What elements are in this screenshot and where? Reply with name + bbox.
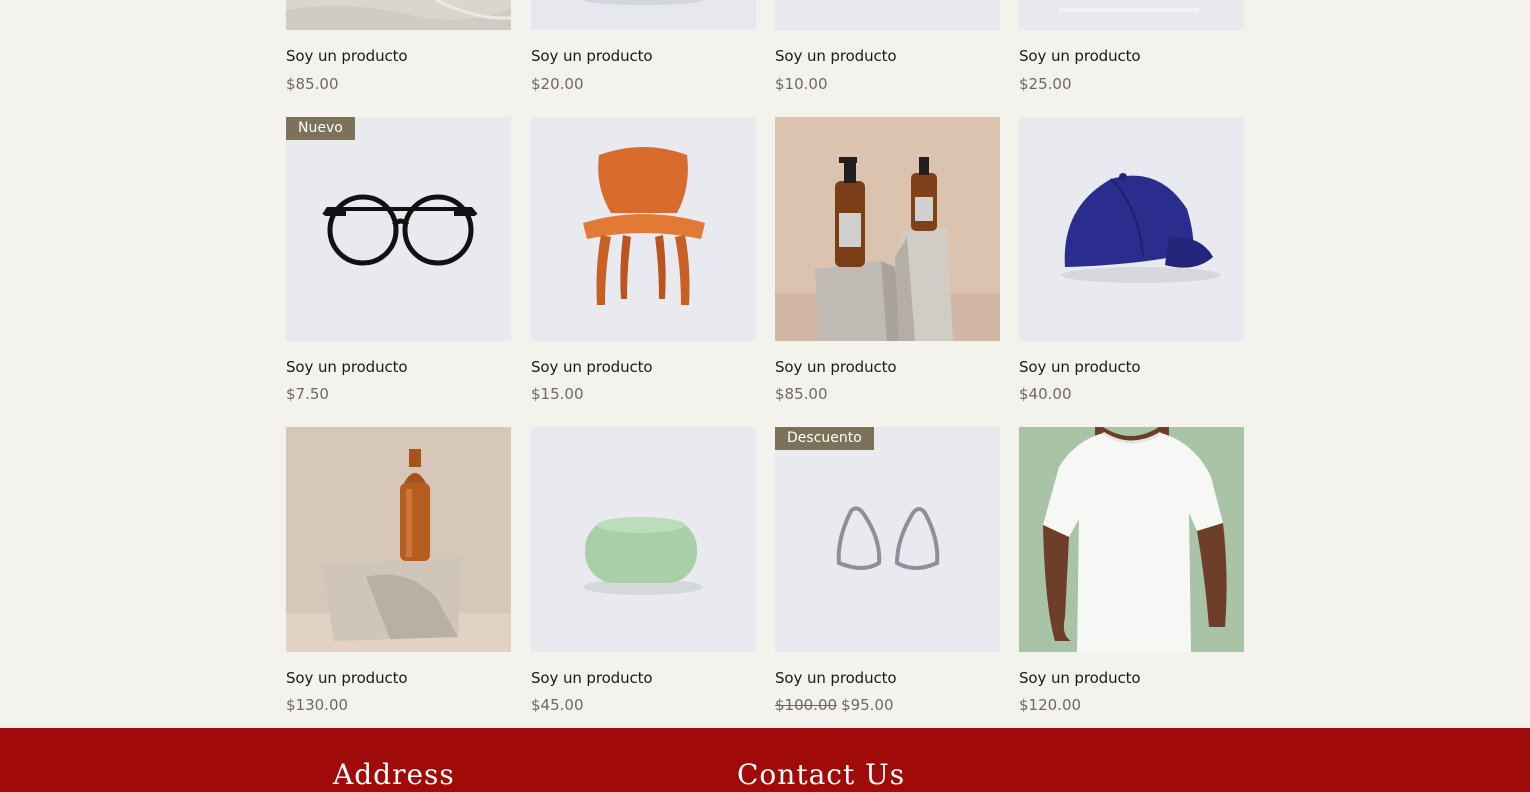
product-name[interactable]: Soy un producto bbox=[1019, 358, 1141, 376]
green-soap-image bbox=[531, 427, 756, 652]
product-price: $85.00 bbox=[286, 75, 339, 93]
eyeglasses-image bbox=[286, 117, 511, 341]
product-image[interactable] bbox=[531, 427, 756, 652]
product-image[interactable] bbox=[775, 117, 1000, 341]
blue-cap-image bbox=[1019, 117, 1244, 341]
product-price: $100.00 $95.00 bbox=[775, 696, 894, 714]
wooden-chair-image bbox=[531, 117, 756, 341]
product-name[interactable]: Soy un producto bbox=[286, 669, 408, 687]
sale-price: $95.00 bbox=[841, 696, 894, 714]
product-name[interactable]: Soy un producto bbox=[1019, 47, 1141, 65]
product-price: $7.50 bbox=[286, 385, 329, 403]
product-image[interactable] bbox=[1019, 0, 1244, 30]
site-footer: Address Contact Us bbox=[0, 728, 1530, 792]
product-price: $40.00 bbox=[1019, 385, 1072, 403]
product-price: $15.00 bbox=[531, 385, 584, 403]
product-name[interactable]: Soy un producto bbox=[1019, 669, 1141, 687]
new-ribbon: Nuevo bbox=[286, 117, 355, 140]
product-image[interactable] bbox=[286, 0, 511, 30]
product-name[interactable]: Soy un producto bbox=[775, 47, 897, 65]
product-price: $20.00 bbox=[531, 75, 584, 93]
product-image[interactable] bbox=[531, 117, 756, 341]
product-image[interactable] bbox=[1019, 117, 1244, 341]
original-price: $100.00 bbox=[775, 696, 838, 714]
product-image[interactable]: Nuevo bbox=[286, 117, 511, 341]
product-image[interactable] bbox=[531, 0, 756, 30]
product-price: $25.00 bbox=[1019, 75, 1072, 93]
product-name[interactable]: Soy un producto bbox=[531, 669, 653, 687]
product-price: $85.00 bbox=[775, 385, 828, 403]
product-name[interactable]: Soy un producto bbox=[286, 47, 408, 65]
product-price: $120.00 bbox=[1019, 696, 1082, 714]
white-tshirt-image bbox=[1019, 427, 1244, 652]
copper-bottle-image bbox=[286, 427, 511, 652]
product-name[interactable]: Soy un producto bbox=[531, 358, 653, 376]
product-price: $130.00 bbox=[286, 696, 349, 714]
silver-earrings-image bbox=[775, 427, 1000, 652]
product-price: $45.00 bbox=[531, 696, 584, 714]
product-name[interactable]: Soy un producto bbox=[286, 358, 408, 376]
product-name[interactable]: Soy un producto bbox=[531, 47, 653, 65]
product-image[interactable] bbox=[1019, 427, 1244, 652]
discount-ribbon: Descuento bbox=[775, 427, 874, 450]
address-heading: Address bbox=[333, 758, 455, 791]
contact-heading: Contact Us bbox=[737, 758, 906, 791]
product-image[interactable] bbox=[775, 0, 1000, 30]
product-image[interactable]: Descuento bbox=[775, 427, 1000, 652]
product-name[interactable]: Soy un producto bbox=[775, 669, 897, 687]
product-name[interactable]: Soy un producto bbox=[775, 358, 897, 376]
product-price: $10.00 bbox=[775, 75, 828, 93]
product-image[interactable] bbox=[286, 427, 511, 652]
amber-bottles-image bbox=[775, 117, 1000, 341]
